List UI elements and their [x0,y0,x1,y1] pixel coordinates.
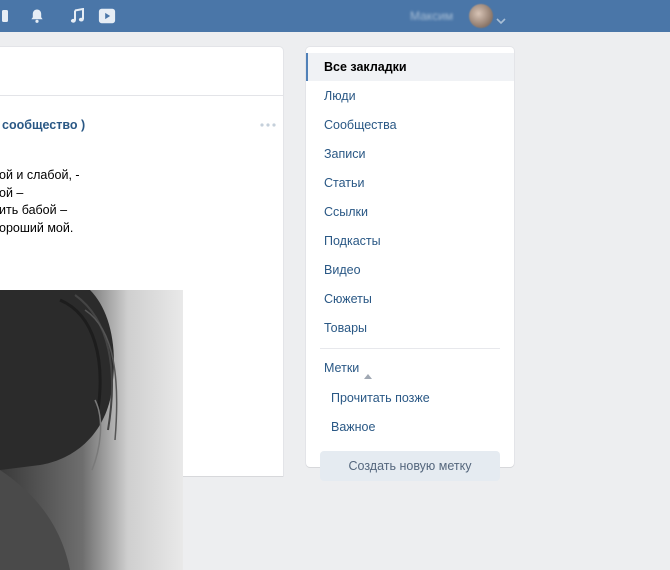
bell-icon[interactable] [28,7,46,25]
create-tag-button[interactable]: Создать новую метку [320,451,500,481]
menu-item-video[interactable]: Видео [306,256,514,284]
post-text-line: ить бабой – [0,203,68,217]
user-name[interactable]: Максим [410,9,453,23]
tags-toggle[interactable]: Метки [324,361,359,375]
top-nav-bar: Максим [0,0,670,32]
menu-item-podcasts[interactable]: Подкасты [306,227,514,255]
menu-item-all-bookmarks[interactable]: Все закладки [306,53,514,81]
chevron-down-icon[interactable] [496,12,506,30]
menu-divider [320,348,500,349]
caret-up-icon[interactable] [364,366,372,384]
menu-item-stories[interactable]: Сюжеты [306,285,514,313]
menu-item-products[interactable]: Товары [306,314,514,342]
bookmarks-menu: Все закладки Люди Сообщества Записи Стат… [306,47,514,481]
menu-item-posts[interactable]: Записи [306,140,514,168]
tag-read-later[interactable]: Прочитать позже [331,391,430,405]
post-text-line: орoший мой. [0,220,74,235]
post-photo[interactable] [0,290,183,570]
post-author-link[interactable]: сообщество ) [2,118,85,132]
more-options-icon[interactable] [259,115,277,133]
post-text-line: ой и слабой, - [0,168,80,182]
post-card: сообщество ) ой и слабой, - ой – ить бабой… [0,96,283,570]
tag-important[interactable]: Важное [331,420,375,434]
post-text-line: ой – [0,185,24,200]
menu-item-articles[interactable]: Статьи [306,169,514,197]
menu-item-communities[interactable]: Сообщества [306,111,514,139]
post-text: ой и слабой, - ой – ить бабой – орoший мой. [0,167,80,237]
menu-item-people[interactable]: Люди [306,82,514,110]
avatar[interactable] [469,4,493,28]
music-icon[interactable] [68,7,86,25]
feed-header [0,47,283,95]
menu-item-links[interactable]: Ссылки [306,198,514,226]
menu-partial-icon[interactable] [0,7,16,25]
video-icon[interactable] [98,7,116,25]
